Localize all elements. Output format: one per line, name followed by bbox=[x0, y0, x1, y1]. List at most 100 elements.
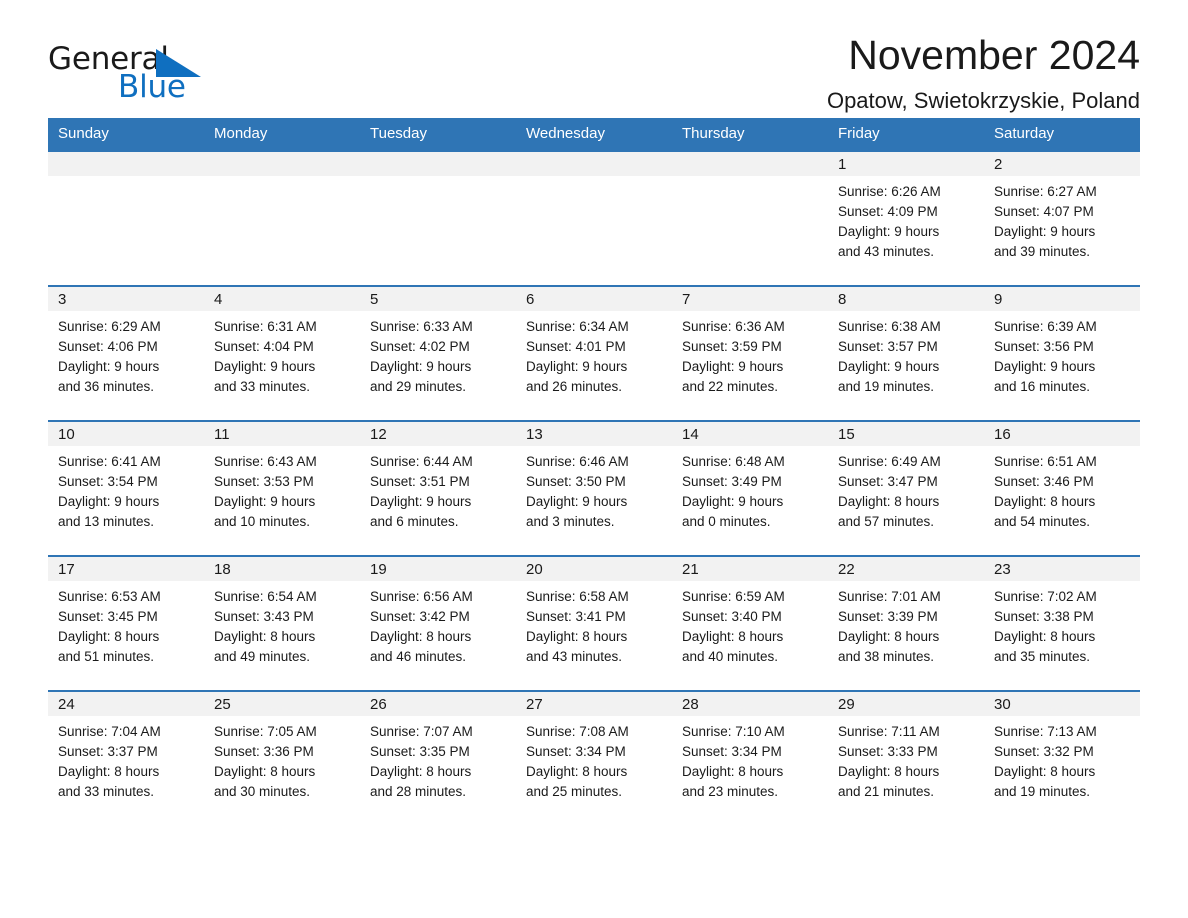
day-cell[interactable]: 17 Sunrise: 6:53 AM Sunset: 3:45 PM Dayligh… bbox=[48, 557, 204, 690]
day-cell[interactable]: 9 Sunrise: 6:39 AM Sunset: 3:56 PM Daylight… bbox=[984, 287, 1140, 420]
day-cell[interactable]: 16 Sunrise: 6:51 AM Sunset: 3:46 PM Dayligh… bbox=[984, 422, 1140, 555]
daylight-text-line2: and 3 minutes. bbox=[526, 514, 615, 529]
day-cell[interactable]: 8 Sunrise: 6:38 AM Sunset: 3:57 PM Daylight… bbox=[828, 287, 984, 420]
daylight-text-line2: and 38 minutes. bbox=[838, 649, 935, 664]
day-details: Sunrise: 7:05 AM Sunset: 3:36 PM Daylight:… bbox=[204, 716, 360, 802]
day-cell[interactable]: 13 Sunrise: 6:46 AM Sunset: 3:50 PM Dayligh… bbox=[516, 422, 672, 555]
sunset-text: Sunset: 3:54 PM bbox=[58, 474, 158, 489]
day-number: 7 bbox=[672, 287, 828, 311]
daylight-text-line1: Daylight: 9 hours bbox=[58, 494, 160, 509]
sunrise-text: Sunrise: 7:07 AM bbox=[370, 724, 473, 739]
daylight-text-line2: and 57 minutes. bbox=[838, 514, 935, 529]
calendar-day-cell: 27 Sunrise: 7:08 AM Sunset: 3:34 PM Dayligh… bbox=[516, 690, 672, 826]
day-number: 23 bbox=[984, 557, 1140, 581]
day-cell[interactable]: 15 Sunrise: 6:49 AM Sunset: 3:47 PM Dayligh… bbox=[828, 422, 984, 555]
sunset-text: Sunset: 3:56 PM bbox=[994, 339, 1094, 354]
daylight-text-line1: Daylight: 8 hours bbox=[58, 629, 160, 644]
day-number: 11 bbox=[204, 422, 360, 446]
day-number: 19 bbox=[360, 557, 516, 581]
weekday-header-thursday: Thursday bbox=[672, 118, 828, 151]
daylight-text-line1: Daylight: 8 hours bbox=[682, 629, 784, 644]
daylight-text-line2: and 51 minutes. bbox=[58, 649, 155, 664]
calendar-day-cell: 14 Sunrise: 6:48 AM Sunset: 3:49 PM Dayligh… bbox=[672, 420, 828, 556]
daylight-text-line1: Daylight: 8 hours bbox=[682, 764, 784, 779]
calendar-day-cell: 17 Sunrise: 6:53 AM Sunset: 3:45 PM Dayligh… bbox=[48, 555, 204, 691]
daylight-text-line2: and 29 minutes. bbox=[370, 379, 467, 394]
title-block: November 2024 Opatow, Swietokrzyskie, Po… bbox=[248, 30, 1140, 116]
day-cell[interactable]: 10 Sunrise: 6:41 AM Sunset: 3:54 PM Dayligh… bbox=[48, 422, 204, 555]
page-masthead: General Blue November 2024 Opatow, Swiet… bbox=[48, 0, 1140, 113]
day-cell[interactable]: 24 Sunrise: 7:04 AM Sunset: 3:37 PM Dayligh… bbox=[48, 692, 204, 825]
calendar-day-cell: 21 Sunrise: 6:59 AM Sunset: 3:40 PM Dayligh… bbox=[672, 555, 828, 691]
sunset-text: Sunset: 4:09 PM bbox=[838, 204, 938, 219]
day-cell[interactable]: 22 Sunrise: 7:01 AM Sunset: 3:39 PM Dayligh… bbox=[828, 557, 984, 690]
daylight-text-line1: Daylight: 8 hours bbox=[526, 764, 628, 779]
day-cell[interactable]: 4 Sunrise: 6:31 AM Sunset: 4:04 PM Daylight… bbox=[204, 287, 360, 420]
sunset-text: Sunset: 3:49 PM bbox=[682, 474, 782, 489]
sunrise-text: Sunrise: 6:34 AM bbox=[526, 319, 629, 334]
day-cell[interactable]: 7 Sunrise: 6:36 AM Sunset: 3:59 PM Daylight… bbox=[672, 287, 828, 420]
calendar-day-cell bbox=[360, 150, 516, 286]
day-number bbox=[360, 152, 516, 176]
day-cell[interactable]: 28 Sunrise: 7:10 AM Sunset: 3:34 PM Dayligh… bbox=[672, 692, 828, 825]
day-cell[interactable]: 1 Sunrise: 6:26 AM Sunset: 4:09 PM Daylight… bbox=[828, 152, 984, 285]
day-number bbox=[672, 152, 828, 176]
day-cell[interactable]: 23 Sunrise: 7:02 AM Sunset: 3:38 PM Dayligh… bbox=[984, 557, 1140, 690]
daylight-text-line2: and 19 minutes. bbox=[838, 379, 935, 394]
sunset-text: Sunset: 3:33 PM bbox=[838, 744, 938, 759]
day-cell[interactable]: 18 Sunrise: 6:54 AM Sunset: 3:43 PM Dayligh… bbox=[204, 557, 360, 690]
daylight-text-line2: and 28 minutes. bbox=[370, 784, 467, 799]
day-details: Sunrise: 6:39 AM Sunset: 3:56 PM Daylight:… bbox=[984, 311, 1140, 397]
day-cell[interactable]: 25 Sunrise: 7:05 AM Sunset: 3:36 PM Dayligh… bbox=[204, 692, 360, 825]
sunrise-text: Sunrise: 6:31 AM bbox=[214, 319, 317, 334]
calendar-day-cell: 4 Sunrise: 6:31 AM Sunset: 4:04 PM Daylight… bbox=[204, 285, 360, 421]
day-cell[interactable]: 12 Sunrise: 6:44 AM Sunset: 3:51 PM Dayligh… bbox=[360, 422, 516, 555]
day-cell[interactable]: 20 Sunrise: 6:58 AM Sunset: 3:41 PM Dayligh… bbox=[516, 557, 672, 690]
sunrise-text: Sunrise: 6:41 AM bbox=[58, 454, 161, 469]
calendar-day-cell: 18 Sunrise: 6:54 AM Sunset: 3:43 PM Dayligh… bbox=[204, 555, 360, 691]
day-number: 1 bbox=[828, 152, 984, 176]
day-cell[interactable]: 26 Sunrise: 7:07 AM Sunset: 3:35 PM Dayligh… bbox=[360, 692, 516, 825]
calendar-week-row: 10 Sunrise: 6:41 AM Sunset: 3:54 PM Dayligh… bbox=[48, 420, 1140, 556]
sunset-text: Sunset: 3:35 PM bbox=[370, 744, 470, 759]
day-cell[interactable]: 21 Sunrise: 6:59 AM Sunset: 3:40 PM Dayligh… bbox=[672, 557, 828, 690]
calendar-day-cell: 25 Sunrise: 7:05 AM Sunset: 3:36 PM Dayligh… bbox=[204, 690, 360, 826]
day-cell[interactable]: 30 Sunrise: 7:13 AM Sunset: 3:32 PM Dayligh… bbox=[984, 692, 1140, 825]
calendar-day-cell: 2 Sunrise: 6:27 AM Sunset: 4:07 PM Daylight… bbox=[984, 150, 1140, 286]
daylight-text-line1: Daylight: 8 hours bbox=[838, 629, 940, 644]
calendar-day-cell: 22 Sunrise: 7:01 AM Sunset: 3:39 PM Dayligh… bbox=[828, 555, 984, 691]
day-cell-empty bbox=[672, 152, 828, 285]
daylight-text-line2: and 21 minutes. bbox=[838, 784, 935, 799]
sunrise-text: Sunrise: 6:26 AM bbox=[838, 184, 941, 199]
daylight-text-line2: and 6 minutes. bbox=[370, 514, 459, 529]
sunrise-text: Sunrise: 6:27 AM bbox=[994, 184, 1097, 199]
day-cell[interactable]: 6 Sunrise: 6:34 AM Sunset: 4:01 PM Daylight… bbox=[516, 287, 672, 420]
day-cell[interactable]: 14 Sunrise: 6:48 AM Sunset: 3:49 PM Dayligh… bbox=[672, 422, 828, 555]
brand-name-blue: Blue bbox=[118, 69, 186, 105]
day-cell[interactable]: 27 Sunrise: 7:08 AM Sunset: 3:34 PM Dayligh… bbox=[516, 692, 672, 825]
day-details: Sunrise: 6:36 AM Sunset: 3:59 PM Daylight:… bbox=[672, 311, 828, 397]
day-number: 10 bbox=[48, 422, 204, 446]
sunset-text: Sunset: 3:53 PM bbox=[214, 474, 314, 489]
sunset-text: Sunset: 3:36 PM bbox=[214, 744, 314, 759]
day-number: 4 bbox=[204, 287, 360, 311]
day-cell[interactable]: 19 Sunrise: 6:56 AM Sunset: 3:42 PM Dayligh… bbox=[360, 557, 516, 690]
calendar-day-cell bbox=[516, 150, 672, 286]
day-cell[interactable]: 2 Sunrise: 6:27 AM Sunset: 4:07 PM Daylight… bbox=[984, 152, 1140, 285]
sunset-text: Sunset: 3:57 PM bbox=[838, 339, 938, 354]
daylight-text-line2: and 19 minutes. bbox=[994, 784, 1091, 799]
day-cell[interactable]: 3 Sunrise: 6:29 AM Sunset: 4:06 PM Daylight… bbox=[48, 287, 204, 420]
day-cell[interactable]: 5 Sunrise: 6:33 AM Sunset: 4:02 PM Daylight… bbox=[360, 287, 516, 420]
sunset-text: Sunset: 4:01 PM bbox=[526, 339, 626, 354]
daylight-text-line2: and 33 minutes. bbox=[58, 784, 155, 799]
daylight-text-line1: Daylight: 9 hours bbox=[994, 224, 1096, 239]
calendar-week-row: 24 Sunrise: 7:04 AM Sunset: 3:37 PM Dayligh… bbox=[48, 690, 1140, 826]
day-number: 16 bbox=[984, 422, 1140, 446]
day-details: Sunrise: 6:56 AM Sunset: 3:42 PM Daylight:… bbox=[360, 581, 516, 667]
day-cell[interactable]: 29 Sunrise: 7:11 AM Sunset: 3:33 PM Dayligh… bbox=[828, 692, 984, 825]
daylight-text-line1: Daylight: 8 hours bbox=[370, 629, 472, 644]
daylight-text-line1: Daylight: 9 hours bbox=[838, 359, 940, 374]
daylight-text-line2: and 49 minutes. bbox=[214, 649, 311, 664]
day-cell[interactable]: 11 Sunrise: 6:43 AM Sunset: 3:53 PM Dayligh… bbox=[204, 422, 360, 555]
calendar-day-cell: 11 Sunrise: 6:43 AM Sunset: 3:53 PM Dayligh… bbox=[204, 420, 360, 556]
